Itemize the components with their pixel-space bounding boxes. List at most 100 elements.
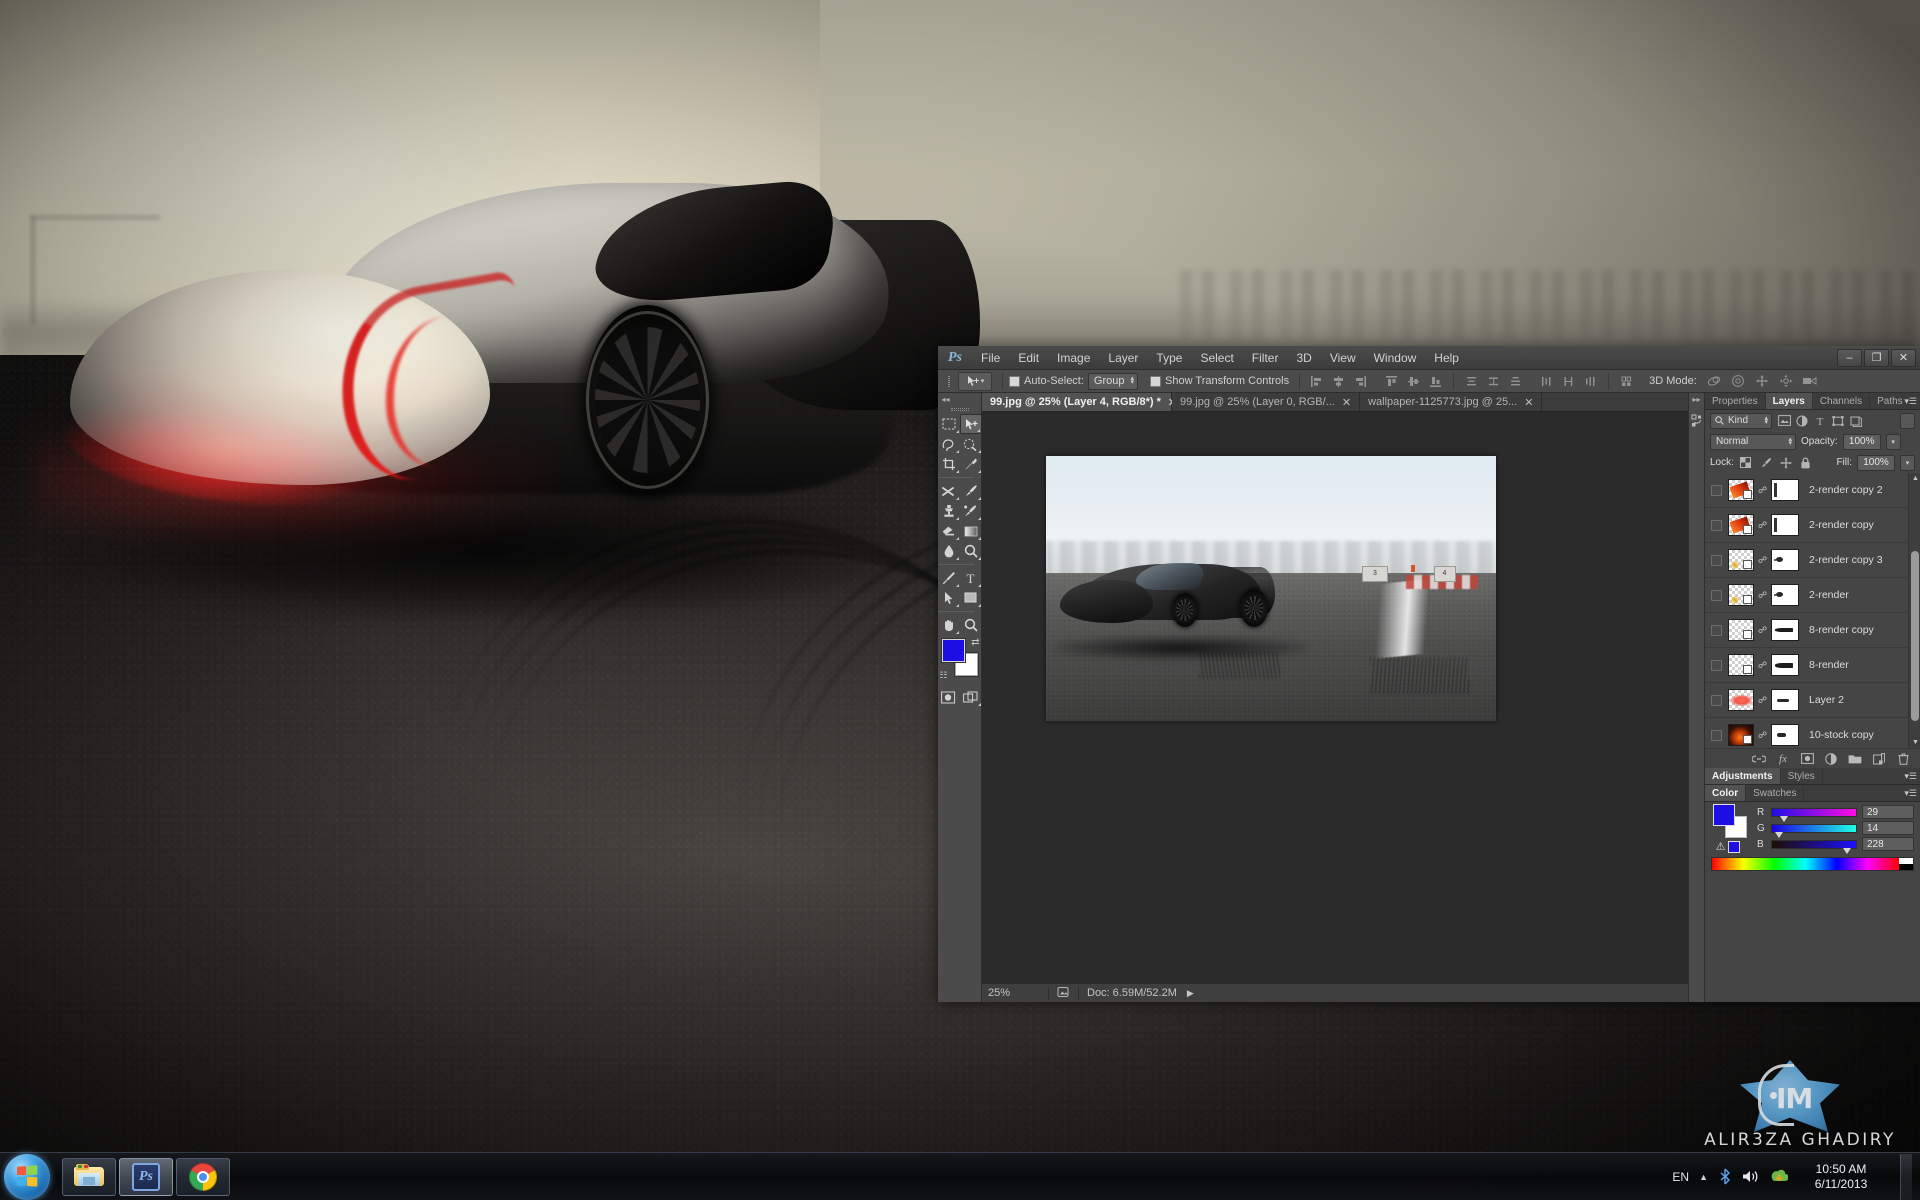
layer-name[interactable]: 8-render copy bbox=[1809, 624, 1874, 636]
clock[interactable]: 10:50 AM 6/11/2013 bbox=[1798, 1162, 1884, 1192]
swap-colors-icon[interactable]: ⇄ bbox=[971, 637, 979, 648]
align-horizontal-centers-icon[interactable] bbox=[1328, 372, 1349, 391]
menu-item-edit[interactable]: Edit bbox=[1009, 346, 1048, 370]
color-spectrum-bar[interactable] bbox=[1711, 857, 1914, 871]
menu-item-help[interactable]: Help bbox=[1425, 346, 1468, 370]
shape-layers-filter-icon[interactable] bbox=[1831, 414, 1845, 428]
tool-dodge[interactable] bbox=[960, 541, 982, 561]
layer-list-scrollbar[interactable]: ▲ ▼ bbox=[1908, 473, 1920, 748]
tool-move[interactable] bbox=[959, 414, 982, 434]
tool-lasso[interactable] bbox=[938, 434, 960, 454]
panel-menu-icon[interactable]: ▾☰ bbox=[1904, 771, 1917, 782]
minimize-button[interactable]: – bbox=[1837, 349, 1862, 367]
layer-visibility-toggle[interactable] bbox=[1708, 624, 1724, 636]
menu-item-type[interactable]: Type bbox=[1147, 346, 1191, 370]
lock-position-icon[interactable] bbox=[1779, 456, 1793, 470]
dock-collapse-button[interactable]: ▸▸ bbox=[1692, 395, 1700, 404]
quick-mask-mode-icon[interactable] bbox=[938, 687, 960, 707]
opacity-value[interactable]: 100% bbox=[1842, 433, 1881, 450]
gamut-warning-swatch[interactable] bbox=[1728, 840, 1741, 853]
3d-camera-icon[interactable] bbox=[1800, 372, 1821, 391]
tool-hand[interactable] bbox=[938, 615, 960, 635]
lock-all-icon[interactable] bbox=[1799, 456, 1813, 470]
document-tab-2[interactable]: wallpaper-1125773.jpg @ 25... ✕ bbox=[1360, 393, 1543, 411]
layer-visibility-toggle[interactable] bbox=[1708, 589, 1724, 601]
type-layers-filter-icon[interactable]: T bbox=[1813, 414, 1827, 428]
lock-image-pixels-icon[interactable] bbox=[1759, 456, 1773, 470]
new-layer-icon[interactable] bbox=[1872, 752, 1886, 766]
toolbox-grip[interactable] bbox=[938, 405, 982, 414]
tool-blur[interactable] bbox=[938, 541, 960, 561]
tool-healing-brush[interactable] bbox=[938, 481, 960, 501]
canvas-image[interactable]: 3 4 bbox=[1046, 456, 1496, 721]
layer-name[interactable]: 2-render copy bbox=[1809, 519, 1874, 531]
pixel-layers-filter-icon[interactable] bbox=[1777, 414, 1791, 428]
layer-row[interactable]: ☍ 2-render copy 2 bbox=[1705, 473, 1920, 508]
distribute-vertical-centers-icon[interactable] bbox=[1483, 372, 1504, 391]
channel-value[interactable]: 228 bbox=[1862, 837, 1914, 851]
layer-row[interactable]: ☍ Layer 2 bbox=[1705, 683, 1920, 718]
layer-thumbnail[interactable] bbox=[1728, 619, 1754, 641]
auto-align-layers-icon[interactable] bbox=[1616, 372, 1637, 391]
tool-zoom[interactable] bbox=[960, 615, 982, 635]
layer-mask-thumbnail[interactable] bbox=[1771, 654, 1799, 676]
distribute-bottom-edges-icon[interactable] bbox=[1505, 372, 1526, 391]
menu-item-select[interactable]: Select bbox=[1191, 346, 1242, 370]
tool-clone-stamp[interactable] bbox=[938, 501, 960, 521]
link-layers-icon[interactable] bbox=[1752, 752, 1766, 766]
align-left-edges-icon[interactable] bbox=[1306, 372, 1327, 391]
tool-eraser[interactable] bbox=[938, 521, 960, 541]
document-tab-1-close-icon[interactable]: ✕ bbox=[1342, 396, 1351, 409]
align-bottom-edges-icon[interactable] bbox=[1425, 372, 1446, 391]
taskbar-item-chrome[interactable] bbox=[176, 1157, 230, 1196]
tool-quick-selection[interactable] bbox=[960, 434, 982, 454]
distribute-left-edges-icon[interactable] bbox=[1536, 372, 1557, 391]
tool-path-selection[interactable] bbox=[938, 588, 960, 608]
lock-transparent-pixels-icon[interactable] bbox=[1739, 456, 1753, 470]
document-tab-1[interactable]: 99.jpg @ 25% (Layer 0, RGB/... ✕ bbox=[1172, 393, 1361, 411]
tab-styles[interactable]: Styles bbox=[1781, 768, 1823, 784]
default-colors-icon[interactable]: ☷ bbox=[940, 670, 948, 681]
layer-thumbnail[interactable] bbox=[1728, 479, 1754, 501]
restore-button[interactable]: ❐ bbox=[1864, 349, 1889, 367]
idm-icon[interactable] bbox=[1770, 1169, 1788, 1185]
tool-pen[interactable] bbox=[938, 568, 960, 588]
tab-color[interactable]: Color bbox=[1705, 785, 1747, 801]
tab-channels[interactable]: Channels bbox=[1813, 393, 1871, 409]
layer-mask-thumbnail[interactable] bbox=[1771, 584, 1799, 606]
add-layer-mask-icon[interactable] bbox=[1800, 752, 1814, 766]
document-tab-0[interactable]: 99.jpg @ 25% (Layer 4, RGB/8*) * ✕ bbox=[982, 393, 1177, 411]
blend-mode-dropdown[interactable]: Normal ▴ ▾ bbox=[1710, 433, 1796, 450]
layer-row[interactable]: ☍ 2-render copy bbox=[1705, 508, 1920, 543]
panel-menu-icon[interactable]: ▾☰ bbox=[1904, 788, 1917, 799]
blue-channel-slider[interactable] bbox=[1771, 839, 1857, 854]
language-indicator[interactable]: EN bbox=[1672, 1170, 1689, 1184]
move-tool-icon[interactable]: ▾ bbox=[958, 371, 992, 391]
3d-orbit-icon[interactable] bbox=[1704, 372, 1725, 391]
fill-value[interactable]: 100% bbox=[1857, 454, 1895, 471]
layer-name[interactable]: 2-render bbox=[1809, 589, 1849, 601]
document-tab-2-close-icon[interactable]: ✕ bbox=[1524, 396, 1533, 409]
gamut-warning-icon[interactable]: ⚠ bbox=[1716, 840, 1726, 853]
layer-name[interactable]: 8-render bbox=[1809, 659, 1849, 671]
toolbox-collapse-button[interactable]: ◂◂ bbox=[938, 393, 982, 405]
layer-name[interactable]: 2-render copy 3 bbox=[1809, 554, 1883, 566]
options-bar-grip[interactable] bbox=[944, 370, 954, 393]
layer-visibility-toggle[interactable] bbox=[1708, 519, 1724, 531]
menu-item-view[interactable]: View bbox=[1321, 346, 1365, 370]
layer-thumbnail[interactable] bbox=[1728, 654, 1754, 676]
layer-mask-thumbnail[interactable] bbox=[1771, 479, 1799, 501]
layer-name[interactable]: 10-stock copy bbox=[1809, 729, 1874, 741]
layer-mask-thumbnail[interactable] bbox=[1771, 549, 1799, 571]
bluetooth-icon[interactable] bbox=[1718, 1168, 1732, 1185]
new-group-icon[interactable] bbox=[1848, 752, 1862, 766]
align-right-edges-icon[interactable] bbox=[1350, 372, 1371, 391]
screen-mode-icon[interactable] bbox=[960, 687, 982, 707]
menu-item-window[interactable]: Window bbox=[1365, 346, 1426, 370]
layer-row[interactable]: ☍ 8-render copy bbox=[1705, 613, 1920, 648]
status-bar-menu-arrow-icon[interactable]: ▶ bbox=[1187, 988, 1194, 999]
layer-mask-thumbnail[interactable] bbox=[1771, 514, 1799, 536]
tab-layers[interactable]: Layers bbox=[1765, 393, 1813, 409]
menu-item-file[interactable]: File bbox=[972, 346, 1009, 370]
layer-thumbnail[interactable] bbox=[1728, 724, 1754, 746]
